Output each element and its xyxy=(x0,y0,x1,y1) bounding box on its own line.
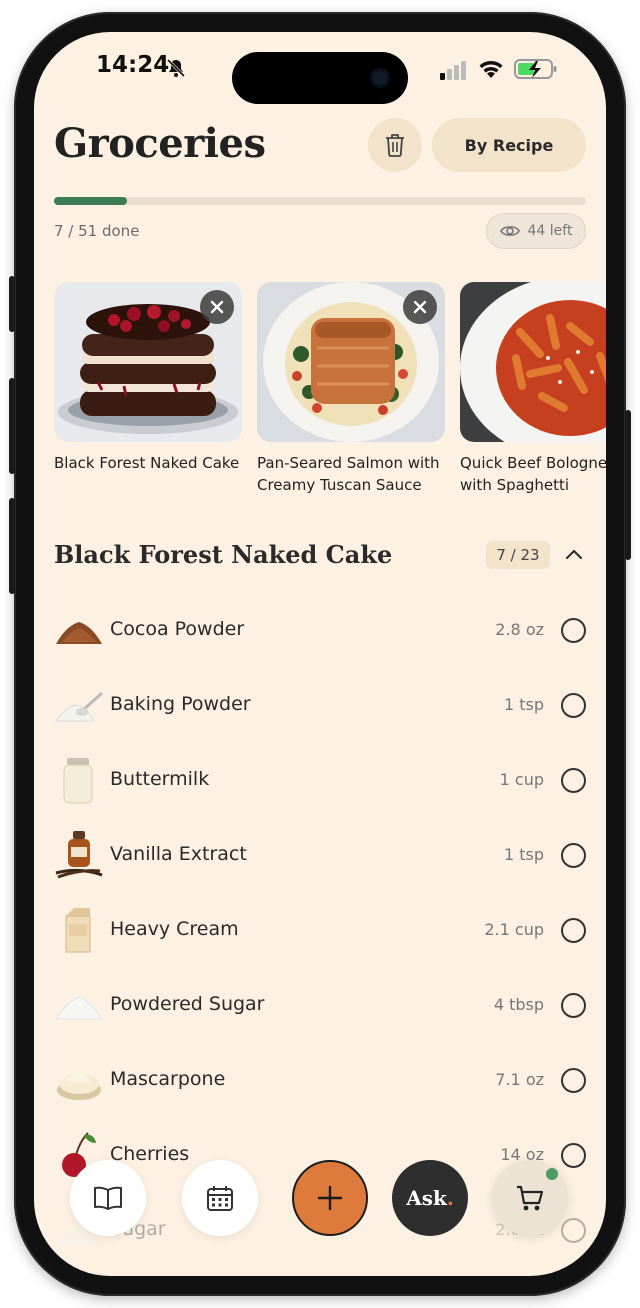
remove-recipe-button[interactable] xyxy=(403,290,437,324)
volume-down-button xyxy=(9,498,15,594)
recipe-name-line2: Creamy Tuscan Sauce xyxy=(257,476,422,494)
powdered-sugar-icon xyxy=(55,996,103,1020)
ingredient-row[interactable]: Cocoa Powder 2.8 oz xyxy=(54,600,586,660)
ingredient-row[interactable]: Heavy Cream 2.1 cup xyxy=(54,900,586,960)
section-title: Black Forest Naked Cake xyxy=(54,540,393,569)
ingredient-checkbox[interactable] xyxy=(561,843,586,868)
page-title: Groceries xyxy=(54,120,266,167)
dynamic-island xyxy=(232,52,408,104)
ingredient-name: Cocoa Powder xyxy=(110,618,245,640)
wifi-icon xyxy=(479,61,503,78)
bell-slash-icon xyxy=(166,58,186,78)
remove-recipe-button[interactable] xyxy=(200,290,234,324)
grocery-cart-nav-button[interactable] xyxy=(492,1160,568,1236)
plus-icon xyxy=(317,1185,343,1211)
ingredient-checkbox[interactable] xyxy=(561,918,586,943)
ingredient-checkbox[interactable] xyxy=(561,993,586,1018)
items-left-label: 44 left xyxy=(527,223,573,239)
ingredient-name: Vanilla Extract xyxy=(110,843,247,865)
cart-notification-dot xyxy=(544,1166,560,1182)
ingredient-quantity: 4 tbsp xyxy=(493,995,544,1014)
recipe-image-cake xyxy=(54,282,242,442)
book-open-icon xyxy=(94,1186,122,1210)
camera-icon xyxy=(370,68,390,88)
progress-bar xyxy=(54,197,586,205)
ingredient-quantity: 1 cup xyxy=(499,770,544,789)
trash-icon xyxy=(386,134,404,157)
close-icon xyxy=(210,300,224,314)
status-time: 14:24 xyxy=(96,52,170,78)
ingredient-quantity: 2.1 cup xyxy=(484,920,544,939)
ingredient-quantity: 1 tsp xyxy=(503,695,544,714)
ingredient-row[interactable]: Mascarpone 7.1 oz xyxy=(54,1050,586,1110)
ingredient-name: Heavy Cream xyxy=(110,918,239,940)
done-count: 7 / 51 done xyxy=(54,222,140,240)
ingredient-row[interactable]: Vanilla Extract 1 tsp xyxy=(54,825,586,885)
ingredient-checkbox[interactable] xyxy=(561,1218,586,1243)
battery-charging-icon xyxy=(514,59,557,79)
action-button xyxy=(9,276,15,332)
recipe-card[interactable]: Quick Beef Bologne with Spaghetti xyxy=(460,282,606,496)
ingredient-row[interactable]: Buttermilk 1 cup xyxy=(54,750,586,810)
ingredient-name: Powdered Sugar xyxy=(110,993,265,1015)
ingredient-row[interactable]: Baking Powder 1 tsp xyxy=(54,675,586,735)
mascarpone-icon xyxy=(57,1072,101,1100)
recipe-name-line1: Quick Beef Bologne xyxy=(460,454,606,472)
chevron-up-icon[interactable] xyxy=(564,545,584,565)
ingredient-checkbox[interactable] xyxy=(561,693,586,718)
recipe-card[interactable]: Pan-Seared Salmon with Creamy Tuscan Sau… xyxy=(257,282,445,496)
ingredient-name: Buttermilk xyxy=(110,768,210,790)
ingredient-quantity: 7.1 oz xyxy=(495,1070,544,1089)
cellular-signal-icon xyxy=(440,61,466,80)
ingredient-checkbox[interactable] xyxy=(561,1143,586,1168)
heavy-cream-icon xyxy=(65,908,91,953)
by-recipe-button[interactable]: By Recipe xyxy=(432,118,586,172)
progress-fill xyxy=(54,197,127,205)
ask-label: Ask xyxy=(406,1186,447,1210)
ask-dot: . xyxy=(446,1186,454,1210)
eye-icon xyxy=(499,226,520,236)
items-left-toggle[interactable]: 44 left xyxy=(486,213,586,249)
calendar-nav-button[interactable] xyxy=(182,1160,258,1236)
volume-up-button xyxy=(9,378,15,474)
clear-list-button[interactable] xyxy=(368,118,422,172)
calendar-icon xyxy=(207,1186,233,1211)
recipe-name-line1: Black Forest Naked Cake xyxy=(54,454,240,472)
ingredient-name: Mascarpone xyxy=(110,1068,226,1090)
buttermilk-icon xyxy=(63,758,93,804)
recipe-image-salmon xyxy=(257,282,445,442)
recipe-name-line1: Pan-Seared Salmon with xyxy=(257,454,440,472)
recipes-nav-button[interactable] xyxy=(70,1160,146,1236)
recipe-card[interactable]: Black Forest Naked Cake xyxy=(54,282,242,474)
ingredient-quantity: 1 tsp xyxy=(503,845,544,864)
ingredient-checkbox[interactable] xyxy=(561,618,586,643)
cocoa-powder-icon xyxy=(56,622,102,644)
vanilla-extract-icon xyxy=(55,831,103,879)
recipe-image-pasta xyxy=(460,282,606,442)
ingredient-checkbox[interactable] xyxy=(561,1068,586,1093)
ask-assistant-button[interactable]: Ask. xyxy=(392,1160,468,1236)
ingredient-row[interactable]: Powdered Sugar 4 tbsp xyxy=(54,975,586,1035)
add-button[interactable] xyxy=(292,1160,368,1236)
ingredient-checkbox[interactable] xyxy=(561,768,586,793)
ingredient-name: Baking Powder xyxy=(110,693,251,715)
shopping-cart-icon xyxy=(517,1185,544,1211)
app-screen: 14:24 Groceries By Recipe 7 / 51 done 44… xyxy=(34,32,606,1276)
recipe-name-line2: with Spaghetti xyxy=(460,476,570,494)
close-icon xyxy=(413,300,427,314)
power-button xyxy=(625,410,631,560)
baking-powder-icon xyxy=(55,691,104,722)
ingredient-quantity: 2.8 oz xyxy=(495,620,544,639)
section-count-badge: 7 / 23 xyxy=(486,541,550,569)
